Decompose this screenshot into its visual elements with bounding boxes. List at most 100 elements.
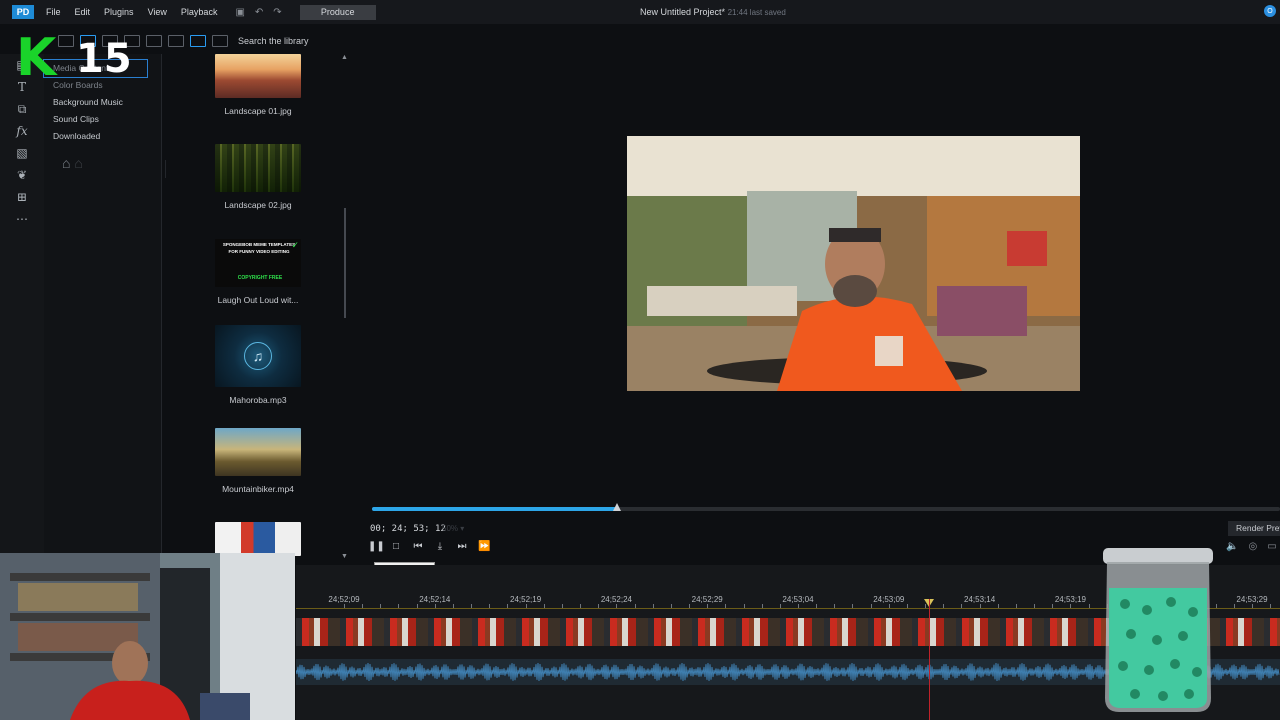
apps-grid-icon[interactable] (212, 35, 228, 47)
preview-tools: 🔈 ◎ ▭ (1226, 541, 1277, 552)
ruler-tick (489, 604, 491, 608)
produce-label: Produce (320, 7, 355, 17)
media-caption: Laugh Out Loud wit... (217, 295, 299, 305)
zoom-select[interactable]: 50% ▾ (442, 524, 490, 535)
project-name: New Untitled Project* (640, 7, 726, 17)
ruler-tick (452, 604, 454, 608)
landscape-01-thumbnail (215, 54, 301, 98)
category-sound-clips[interactable]: Sound Clips (44, 111, 161, 128)
ruler-tick (689, 604, 691, 608)
undo-icon[interactable]: ↶ (255, 7, 263, 18)
video-thumbnail (215, 522, 301, 556)
seek-progress (372, 507, 618, 511)
next-frame-icon[interactable]: ⏭ (456, 541, 468, 553)
seek-handle[interactable] (613, 503, 622, 511)
category-downloaded[interactable]: Downloaded (44, 128, 161, 145)
ruler-tick (743, 604, 745, 608)
playhead-line[interactable] (929, 599, 930, 720)
ruler-tick (416, 604, 418, 608)
add-tag-icon[interactable]: ⌂ (62, 155, 70, 171)
ruler-tick (471, 604, 473, 608)
media-item[interactable]: Mountainbiker.mp4 (215, 428, 301, 494)
meme-template-thumbnail: SPONGEBOB MEME TEMPLATES FOR FUNNY VIDEO… (215, 239, 301, 287)
ruler-tick (598, 604, 600, 608)
last-saved-text: 21:44 last saved (727, 8, 786, 17)
library-search-input[interactable]: Search the library (238, 36, 309, 46)
ruler-tick (870, 604, 872, 608)
ruler-tick (670, 604, 672, 608)
redo-icon[interactable]: ↷ (273, 7, 281, 18)
ruler-label: 24;52;29 (691, 595, 723, 604)
grid-view-icon[interactable] (190, 35, 206, 47)
display-icon[interactable]: ▭ (1267, 541, 1276, 552)
thumb-text-line-3: COPYRIGHT FREE (237, 275, 283, 281)
produce-button[interactable]: Produce (299, 4, 376, 20)
snapshot-icon[interactable]: ◎ (1248, 541, 1257, 552)
tag-tools: ⌂ ⌂ (62, 155, 161, 171)
ruler-tick (1270, 604, 1272, 608)
ruler-tick (652, 604, 654, 608)
music-note-icon: ♫ (244, 342, 272, 370)
more-icon[interactable]: ⋯ (0, 208, 44, 230)
media-caption: Landscape 01.jpg (224, 106, 292, 116)
transition-room-icon[interactable]: ⧉ (0, 98, 44, 120)
thumb-text-line-1: SPONGEBOB MEME TEMPLATES (222, 242, 296, 247)
menu-bar: File Edit Plugins View Playback (46, 7, 217, 17)
quick-tools: ▣ ↶ ↷ (235, 7, 281, 18)
account-initial: O (1267, 7, 1273, 15)
title-bar: PD File Edit Plugins View Playback ▣ ↶ ↷… (0, 0, 1280, 24)
ruler-tick (543, 604, 545, 608)
ruler-tick (943, 604, 945, 608)
ruler-label: 24;52;24 (600, 595, 632, 604)
menu-plugins[interactable]: Plugins (104, 7, 134, 17)
audio-filter-icon[interactable] (146, 35, 162, 47)
effects-room-icon[interactable]: fx (0, 120, 44, 142)
account-icon[interactable]: O (1264, 5, 1276, 17)
save-icon[interactable]: ▣ (235, 7, 244, 18)
menu-edit[interactable]: Edit (75, 7, 91, 17)
ruler-label: 24;53;19 (1054, 595, 1086, 604)
remove-tag-icon[interactable]: ⌂ (74, 155, 82, 171)
menu-playback[interactable]: Playback (181, 7, 218, 17)
menu-view[interactable]: View (148, 7, 167, 17)
ruler-label: 24;53;04 (782, 595, 814, 604)
category-background-music[interactable]: Background Music (44, 94, 161, 111)
ruler-tick (834, 604, 836, 608)
media-item[interactable]: SPONGEBOB MEME TEMPLATES FOR FUNNY VIDEO… (215, 239, 301, 305)
timecode-display[interactable]: 00; 24; 53; 12 (370, 524, 446, 534)
pip-room-icon[interactable]: ▧ (0, 142, 44, 164)
ruler-tick (362, 604, 364, 608)
split-icon[interactable]: ⤓ (434, 541, 446, 553)
media-caption: Landscape 02.jpg (224, 200, 292, 210)
preview-video[interactable] (627, 136, 1080, 391)
ruler-tick (580, 604, 582, 608)
volume-icon[interactable]: 🔈 (1226, 541, 1238, 552)
menu-file[interactable]: File (46, 7, 61, 17)
media-caption: Mountainbiker.mp4 (222, 484, 294, 494)
ruler-label: 24;53;29 (1236, 595, 1268, 604)
preview-seek-bar[interactable] (372, 503, 1280, 511)
fast-forward-icon[interactable]: ⏩ (478, 541, 490, 553)
list-view-icon[interactable] (168, 35, 184, 47)
project-title: New Untitled Project* 21:44 last saved (640, 7, 786, 17)
subtitle-room-icon[interactable]: ⊞ (0, 186, 44, 208)
pause-icon[interactable]: ❚❚ (368, 541, 385, 553)
thumb-text-line-2: FOR FUNNY VIDEO EDITING (228, 249, 290, 254)
scroll-down-icon[interactable]: ▼ (341, 553, 348, 560)
stop-icon[interactable]: □ (390, 541, 402, 553)
library-scrollbar[interactable]: ▲ ▼ (341, 54, 348, 560)
media-item[interactable]: ♫ Mahoroba.mp3 (215, 325, 301, 405)
previous-frame-icon[interactable]: ⏮ (412, 541, 424, 553)
scrollbar-thumb[interactable] (344, 208, 346, 318)
landscape-02-thumbnail (215, 144, 301, 192)
scroll-up-icon[interactable]: ▲ (341, 54, 348, 61)
ruler-tick (1015, 604, 1017, 608)
media-item[interactable]: Landscape 01.jpg (215, 54, 301, 116)
render-preview-button[interactable]: Render Previ (1228, 521, 1280, 536)
media-item[interactable] (215, 522, 301, 556)
preview-frame-image (627, 136, 1080, 391)
ruler-tick (1034, 604, 1036, 608)
media-item[interactable]: Landscape 02.jpg (215, 144, 301, 210)
ruler-tick (1215, 604, 1217, 608)
particle-room-icon[interactable]: ❦ (0, 164, 44, 186)
